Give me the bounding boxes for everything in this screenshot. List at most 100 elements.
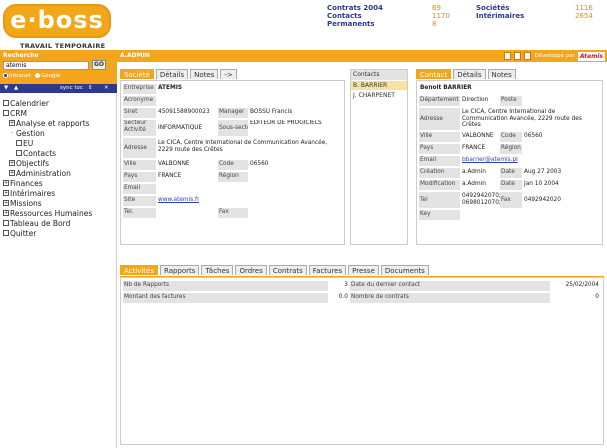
- stat-label-contrats: Contrats 2004: [327, 4, 383, 12]
- sous-secteur-label: Sous-secteur: [218, 120, 248, 136]
- creation-date-label: Date: [500, 168, 522, 178]
- tab-contact-details[interactable]: Détails: [453, 69, 486, 79]
- tree-item-contacts[interactable]: Contacts: [16, 149, 56, 158]
- contact-email-link[interactable]: bbarrier@atemis.pl: [460, 156, 518, 166]
- expand-icon: +: [9, 170, 15, 176]
- sync-toc-link[interactable]: sync toc: [60, 85, 83, 91]
- radio-intranet-label: Intranet: [9, 73, 31, 79]
- contact-fax-value: 0492942020: [524, 197, 561, 203]
- tree-item-finances[interactable]: + Finances: [3, 179, 43, 188]
- tab-next[interactable]: ->: [220, 69, 237, 79]
- tree-item-ressources-humaines[interactable]: + Ressources Humaines: [3, 209, 92, 218]
- tree-item-gestion[interactable]: - Gestion: [9, 129, 45, 138]
- header-stats-left-values: 69 1170 8: [432, 4, 450, 28]
- tab-factures[interactable]: Factures: [308, 265, 347, 275]
- contact-item-barrier[interactable]: B. BARRIER: [351, 81, 407, 90]
- tree-item-quitter[interactable]: Quitter: [3, 229, 36, 238]
- contact-item-charpenet[interactable]: J. CHARPENET: [351, 91, 407, 100]
- current-user: A.ADMIN: [120, 52, 150, 59]
- tree-item-analyse[interactable]: + Analyse et rapports: [9, 119, 90, 128]
- contact-pays-label: Pays: [419, 144, 460, 154]
- region-label: Région: [218, 172, 248, 182]
- site-link[interactable]: www.atemis.fr: [156, 196, 199, 206]
- tab-taches[interactable]: Tâches: [201, 265, 234, 275]
- tree-item-administration[interactable]: + Administration: [9, 169, 71, 178]
- adresse-label: Adresse: [123, 138, 156, 158]
- tab-contact-notes[interactable]: Notes: [487, 69, 516, 79]
- atemis-logo[interactable]: Atemis: [577, 51, 605, 61]
- departement-value: Direction: [462, 97, 489, 103]
- tree-label-selected: Gestion: [16, 129, 45, 138]
- poste-label: Poste: [500, 96, 522, 106]
- modification-label: Modification: [419, 180, 460, 190]
- page-icon: [16, 140, 22, 146]
- tab-rapports[interactable]: Rapports: [160, 265, 200, 275]
- tab-activites[interactable]: Activités: [120, 265, 158, 275]
- tab-contrats[interactable]: Contrats: [268, 265, 307, 275]
- acronyme-value: [156, 96, 158, 106]
- search-scope: Intranet Google: [3, 73, 60, 79]
- tree-label: Intérimaires: [10, 189, 56, 198]
- email-value: [156, 184, 158, 194]
- tree-item-calendrier[interactable]: Calendrier: [3, 99, 49, 108]
- tree-item-tableau-de-bord[interactable]: Tableau de Bord: [3, 219, 70, 228]
- stat-label-permanents: Permanents: [327, 20, 375, 28]
- contact-ville-label: Ville: [419, 132, 460, 142]
- montant-factures-value: 0.0: [338, 294, 348, 300]
- topbar-tools: Développé par Atemis: [504, 51, 605, 61]
- tree-label: Objectifs: [16, 159, 50, 168]
- tree-item-interimaires[interactable]: + Intérimaires: [3, 189, 55, 198]
- tab-documents[interactable]: Documents: [380, 265, 429, 275]
- sync-toggle-icon[interactable]: ⇕: [88, 85, 93, 91]
- contacts-header: Contacts: [351, 70, 407, 80]
- tree-item-eu[interactable]: EU: [16, 139, 33, 148]
- tab-societe[interactable]: Société: [120, 69, 154, 79]
- code-value: 06560: [250, 161, 269, 167]
- radio-intranet[interactable]: Intranet: [3, 73, 31, 79]
- siret-label: Siret: [123, 108, 156, 118]
- tree-item-missions[interactable]: + Missions: [3, 199, 42, 208]
- activity-tabs: Activités Rapports Tâches Ordres Contrat…: [120, 265, 429, 275]
- pays-label: Pays: [123, 172, 156, 182]
- stat-label-contacts: Contacts: [327, 12, 362, 20]
- edit-icon[interactable]: [504, 52, 512, 60]
- manager-value: BOSSU Francis: [250, 109, 293, 115]
- ville-label: Ville: [123, 160, 156, 170]
- tree-label: Contacts: [23, 149, 57, 158]
- key-value: [460, 210, 462, 220]
- up-arrow-icon[interactable]: ▲: [14, 85, 18, 91]
- modification-value: a.Admin: [462, 181, 486, 187]
- eboss-logo: e·boss: [3, 4, 111, 38]
- tree-label: Analyse et rapports: [16, 119, 90, 128]
- tab-ordres[interactable]: Ordres: [235, 265, 267, 275]
- search-input[interactable]: [3, 61, 89, 70]
- radio-unselected-icon: [34, 73, 40, 78]
- collapse-icon: -: [9, 130, 15, 136]
- print-icon[interactable]: [514, 52, 522, 60]
- go-button[interactable]: GO: [92, 60, 106, 70]
- tree-item-crm[interactable]: CRM: [3, 109, 27, 118]
- header-stats-right-values: 1116 2654: [575, 4, 593, 20]
- top-bar: A.ADMIN Développé par Atemis: [117, 50, 607, 62]
- tree-item-objectifs[interactable]: + Objectifs: [9, 159, 49, 168]
- collapse-arrow-icon[interactable]: ▼: [4, 85, 8, 91]
- help-icon[interactable]: [524, 52, 532, 60]
- key-label: Key: [419, 210, 460, 220]
- nb-contrats-label: Nombre de contrats: [350, 293, 550, 303]
- tab-details[interactable]: Détails: [155, 69, 189, 79]
- tree-label: Tableau de Bord: [10, 219, 71, 228]
- tab-presse[interactable]: Presse: [348, 265, 379, 275]
- creation-label: Création: [419, 168, 460, 178]
- tree-toolbar: ▼ ▲ sync toc ⇕ ✕: [0, 84, 117, 93]
- tree-label: Ressources Humaines: [10, 209, 93, 218]
- main-area: Société Détails Notes -> Entreprise ATEMI…: [117, 62, 607, 448]
- tab-contact[interactable]: Contact: [416, 69, 452, 79]
- dernier-contact-value: 25/02/2004: [565, 282, 599, 288]
- expand-icon: +: [3, 210, 9, 216]
- radio-google[interactable]: Google: [34, 73, 60, 79]
- site-label: Site: [123, 196, 156, 206]
- sous-secteur-value: EDITEUR DE PROGICIELS: [250, 120, 322, 126]
- close-icon[interactable]: ✕: [104, 85, 109, 91]
- tab-notes[interactable]: Notes: [190, 69, 219, 79]
- contact-adresse-value: Le CICA, Centre International de Communi…: [462, 109, 582, 128]
